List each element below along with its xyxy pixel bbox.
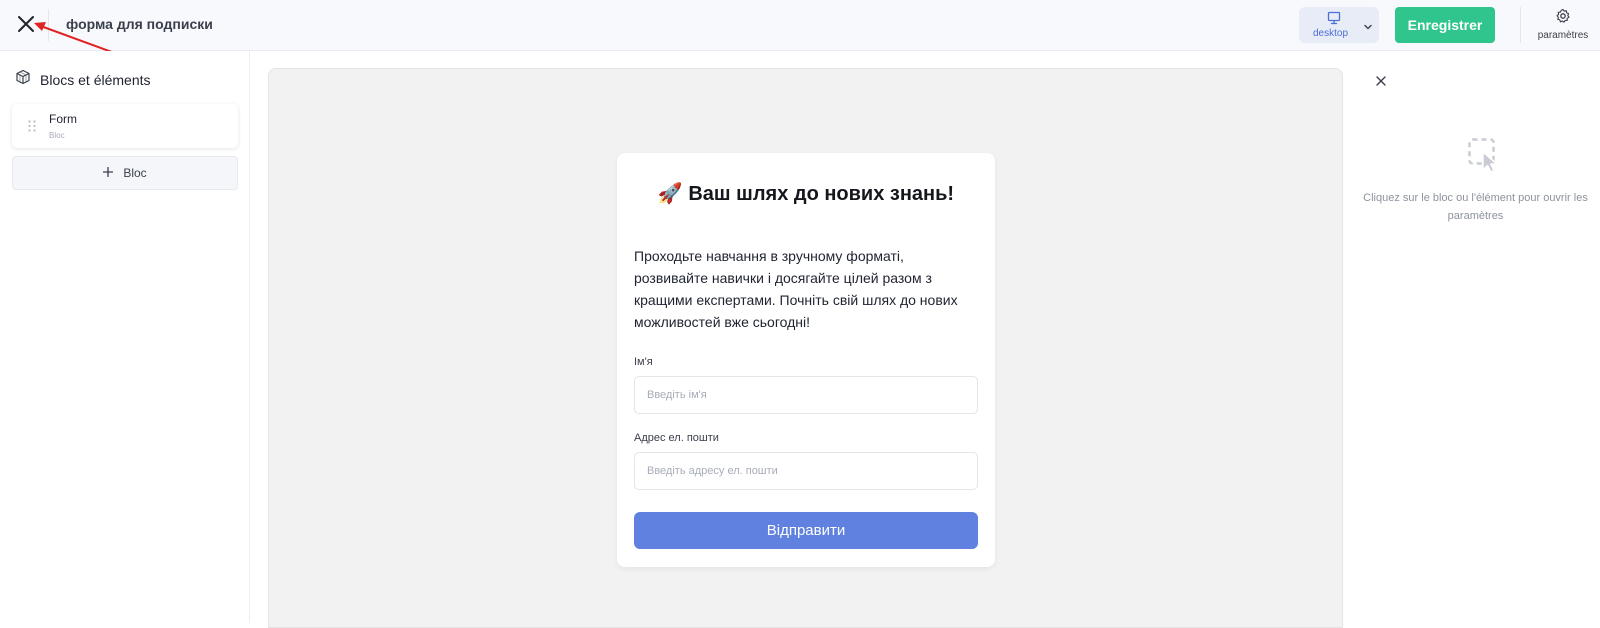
email-field-label: Адрес ел. пошти (634, 432, 719, 444)
name-input[interactable] (634, 376, 978, 414)
close-panel-icon[interactable] (1376, 73, 1386, 91)
page-title: форма для подписки (66, 16, 213, 32)
submit-button[interactable]: Відправити (634, 512, 978, 549)
settings-hint: Cliquez sur le bloc ou l'élément pour ou… (1363, 192, 1588, 222)
settings-label: paramètres (1537, 30, 1589, 41)
cube-icon (15, 69, 31, 90)
blocks-panel-title: Blocs et éléments (40, 71, 151, 88)
drag-handle-icon[interactable] (27, 119, 37, 138)
name-field-label: Ім'я (634, 356, 653, 368)
device-label: desktop (1313, 28, 1349, 39)
gear-icon (1555, 8, 1571, 29)
close-icon[interactable] (14, 12, 38, 36)
select-element-icon (1467, 137, 1503, 178)
block-type: Bloc (49, 131, 65, 140)
blocks-panel: Blocs et éléments Form Bloc Bloc (0, 51, 250, 623)
add-bloc-button[interactable]: Bloc (12, 156, 238, 190)
email-input[interactable] (634, 452, 978, 490)
settings-panel: Cliquez sur le bloc ou l'élément pour ou… (1343, 51, 1600, 623)
chevron-down-icon (1363, 19, 1373, 37)
add-bloc-label: Bloc (123, 166, 147, 180)
save-button[interactable]: Enregistrer (1395, 7, 1495, 43)
block-item-form[interactable]: Form Bloc (12, 104, 238, 148)
top-bar: форма для подписки desktop Enregistrer p… (0, 0, 1600, 51)
block-name: Form (49, 112, 77, 126)
device-switcher-button[interactable]: desktop (1299, 7, 1379, 43)
editor-canvas[interactable]: 🚀 Ваш шлях до нових знань! Проходьте нав… (268, 68, 1343, 628)
settings-button[interactable]: paramètres (1528, 8, 1598, 44)
form-title[interactable]: 🚀 Ваш шлях до нових знань! (617, 181, 995, 206)
blocks-panel-header: Blocs et éléments (15, 69, 151, 90)
divider (1520, 7, 1521, 43)
plus-icon (103, 166, 114, 180)
form-block[interactable]: 🚀 Ваш шлях до нових знань! Проходьте нав… (617, 153, 995, 567)
divider (48, 9, 49, 41)
form-description[interactable]: Проходьте навчання в зручному форматі, р… (634, 245, 979, 333)
